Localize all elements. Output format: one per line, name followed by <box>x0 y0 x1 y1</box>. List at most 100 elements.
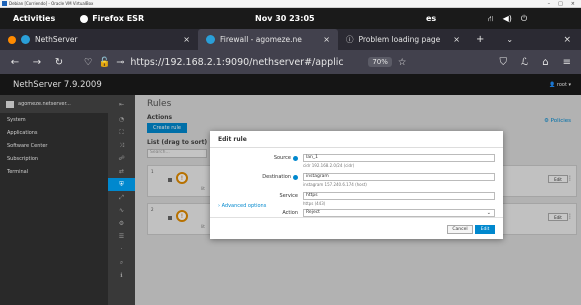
sidebar-item-applications[interactable]: Applications <box>0 126 108 139</box>
tab-problem-loading[interactable]: ⓘ Problem loading page × <box>338 29 468 50</box>
close-window-button[interactable]: × <box>563 35 571 45</box>
bookmark-star-icon[interactable]: ☆ <box>398 57 407 68</box>
list-tabs-button[interactable]: ⌄ <box>506 35 513 44</box>
list-icon[interactable]: ☰ <box>108 230 135 243</box>
destination-label-group: Destination <box>262 174 298 180</box>
shuffle-icon[interactable]: ⤨ <box>108 139 135 152</box>
lock-warning-icon: 🔓 <box>98 56 111 68</box>
clock[interactable]: Nov 30 23:05 <box>255 14 315 23</box>
destination-label: Destination <box>262 174 291 180</box>
host-selector[interactable]: agomeze.netserver... <box>0 95 108 113</box>
settings-icon[interactable]: ⚙ <box>108 217 135 230</box>
traffic-icon[interactable]: ∿ <box>108 204 135 217</box>
maximize-button[interactable]: □ <box>558 1 563 7</box>
firewall-rules-icon[interactable]: ⛨ <box>108 178 135 191</box>
zoom-level-button[interactable]: 70% <box>368 57 392 67</box>
sidebar-item-software-center[interactable]: Software Center <box>0 139 108 152</box>
source-label-group: Source <box>274 155 298 161</box>
dashboard-icon[interactable]: ◔ <box>108 113 135 126</box>
advanced-options-toggle[interactable]: › Advanced options <box>218 203 266 209</box>
tab-firewall[interactable]: Firewall - agomeze.ne × <box>198 29 338 50</box>
info-icon[interactable]: ℹ <box>108 269 135 282</box>
virtualbox-title: Debian [Corriendo] - Oracle VM VirtualBo… <box>9 1 94 6</box>
volume-icon: ◀) <box>502 13 512 23</box>
service-field[interactable]: https <box>303 192 495 200</box>
destination-hint: instagram 157.240.6.174 (host) <box>303 182 367 187</box>
url-field[interactable]: ♡ 🔓 ⊸ https://192.168.2.1:9090/nethserve… <box>78 53 438 71</box>
power-icon: ⏻ <box>520 13 528 23</box>
source-hint: cidr 192.168.2.0/24 (cidr) <box>303 163 355 168</box>
user-menu[interactable]: 👤 root ▾ <box>549 82 571 88</box>
server-icon <box>6 100 14 108</box>
blank-icon[interactable]: · <box>108 243 135 256</box>
sidebar: agomeze.netserver... System Applications… <box>0 95 108 305</box>
host-name: agomeze.netserver... <box>18 101 71 107</box>
virtualbox-titlebar: Debian [Corriendo] - Oracle VM VirtualBo… <box>0 0 581 8</box>
nethserver-favicon <box>21 35 30 44</box>
reload-icon[interactable]: ↻ <box>48 57 70 68</box>
close-tab-icon[interactable]: × <box>453 35 460 44</box>
tab-nethserver[interactable]: NethServer × <box>0 29 198 50</box>
cancel-button[interactable]: Cancel <box>447 225 473 234</box>
extensions-icon[interactable]: ⌂ <box>542 57 548 68</box>
sidebar-item-subscription[interactable]: Subscription <box>0 152 108 165</box>
product-name: NethServer 7.9.2009 <box>13 79 102 90</box>
service-label: Service <box>279 193 298 199</box>
info-icon: ⓘ <box>346 35 354 44</box>
search-icon[interactable]: ⌕ <box>108 256 135 269</box>
action-label: Action <box>282 210 298 216</box>
dialog-title: Edit rule <box>210 131 503 148</box>
gateway-icon[interactable]: ⛶ <box>108 126 135 139</box>
chevron-down-icon: ⌄ <box>486 210 491 216</box>
sidebar-item-terminal[interactable]: Terminal <box>0 165 108 178</box>
dialog-footer: Cancel Edit <box>210 217 503 239</box>
source-label: Source <box>273 155 291 161</box>
url-text[interactable]: https://192.168.2.1:9090/nethserver#/app… <box>130 57 362 68</box>
info-icon[interactable] <box>293 155 298 161</box>
input-language[interactable]: es <box>426 14 436 23</box>
source-field[interactable]: lan_1 <box>303 154 495 162</box>
tab-bar: NethServer × Firewall - agomeze.ne × ⓘ P… <box>0 29 581 50</box>
new-tab-button[interactable]: + <box>476 34 484 45</box>
switch-icon[interactable]: ⇄ <box>108 165 135 178</box>
user-icon: 👤 <box>549 81 557 88</box>
info-icon[interactable] <box>293 174 298 180</box>
app-icon-rail: ⇤ ◔ ⛶ ⤨ ☍ ⇄ ⛨ ⤢ ∿ ⚙ ☰ · ⌕ ℹ <box>108 95 135 305</box>
collapse-icon[interactable]: ⇤ <box>108 95 135 113</box>
network-icon: ⛙ <box>488 13 494 23</box>
gnome-top-bar: Activities Firefox ESR Nov 30 23:05 es ⛙… <box>0 8 581 29</box>
system-tray[interactable]: ⛙ ◀) ⏻ <box>488 14 527 24</box>
tab-label: NethServer <box>35 35 78 44</box>
action-value: Reject <box>306 210 320 215</box>
sidebar-item-system[interactable]: System <box>0 113 108 126</box>
advanced-options-label: Advanced options <box>221 203 267 209</box>
app-name: Firefox ESR <box>92 14 145 23</box>
permissions-icon: ⊸ <box>116 56 125 68</box>
firefox-icon <box>80 14 89 23</box>
edit-button[interactable]: Edit <box>475 225 495 234</box>
edit-rule-dialog: Edit rule Source lan_1 cidr 192.168.2.0/… <box>210 131 503 239</box>
close-button[interactable]: × <box>571 1 575 7</box>
close-tab-icon[interactable]: × <box>183 35 190 44</box>
action-select[interactable]: Reject ⌄ <box>303 209 495 217</box>
firefox-view-icon <box>8 35 16 44</box>
user-name: root ▾ <box>556 81 571 88</box>
tracking-shield-icon: ♡ <box>84 56 93 68</box>
hamburger-menu-icon[interactable]: ≡ <box>563 57 571 68</box>
cockpit-header: NethServer 7.9.2009 👤 root ▾ <box>0 74 581 95</box>
virtualbox-icon <box>2 1 7 6</box>
minimize-button[interactable]: – <box>548 1 551 7</box>
nethserver-favicon <box>206 35 215 44</box>
app-menu[interactable]: Firefox ESR <box>80 14 144 23</box>
account-icon[interactable]: ℒ <box>521 57 528 68</box>
port-forward-icon[interactable]: ⤢ <box>108 191 135 204</box>
close-tab-icon[interactable]: × <box>323 35 330 44</box>
activities-button[interactable]: Activities <box>13 14 55 23</box>
objects-icon[interactable]: ☍ <box>108 152 135 165</box>
pocket-icon[interactable]: ⛉ <box>500 57 508 68</box>
back-icon[interactable]: ← <box>4 57 26 68</box>
destination-field[interactable]: instagram <box>303 173 495 181</box>
navigation-bar: ← → ↻ ♡ 🔓 ⊸ https://192.168.2.1:9090/net… <box>0 50 581 74</box>
forward-icon[interactable]: → <box>26 57 48 68</box>
service-hint: https (443) <box>303 201 326 206</box>
